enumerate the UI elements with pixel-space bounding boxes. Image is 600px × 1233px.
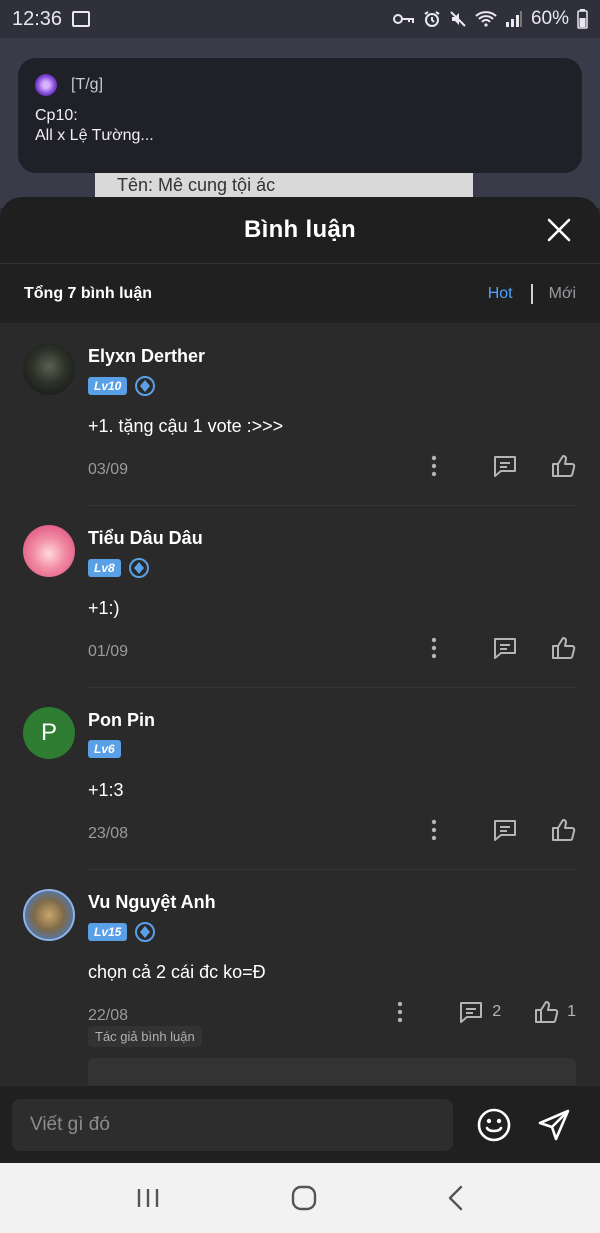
- verified-icon: [128, 558, 149, 578]
- close-icon[interactable]: [546, 217, 572, 243]
- recent-apps-icon[interactable]: [135, 1187, 161, 1209]
- comment-icon: [494, 820, 516, 841]
- comment-date: 01/09: [88, 643, 129, 660]
- comment-date: 22/08: [88, 1007, 129, 1024]
- mute-icon: [450, 11, 466, 27]
- comment-icon: [494, 456, 516, 477]
- tab-divider: [530, 283, 533, 304]
- reply-preview[interactable]: [88, 1058, 576, 1088]
- notification-app-icon: [35, 74, 57, 96]
- level-badge: Lv6: [88, 740, 121, 758]
- more-options-icon[interactable]: [424, 637, 444, 659]
- comment-author[interactable]: Pon Pin: [88, 710, 155, 731]
- gallery-icon: [72, 11, 91, 27]
- comment-item: Tiểu Dâu Dâu Lv8 +1:) 01/09: [23, 506, 576, 688]
- alarm-icon: [424, 11, 440, 27]
- avatar[interactable]: [23, 889, 75, 941]
- heads-up-notification[interactable]: [T/g] Cp10: All x Lệ Tường...: [18, 58, 582, 173]
- like-count: 1: [567, 1003, 576, 1020]
- system-nav-bar: [0, 1163, 600, 1233]
- comment-item: P Pon Pin Lv6 +1:3 23/08: [23, 688, 576, 870]
- verified-icon: [135, 922, 156, 942]
- sort-tabs: Hot Mới: [488, 283, 576, 304]
- comment-date: 03/09: [88, 461, 129, 478]
- reply-button[interactable]: [492, 454, 518, 478]
- avatar[interactable]: [23, 525, 75, 577]
- battery-level: 60%: [530, 8, 569, 29]
- wifi-icon: [475, 11, 497, 27]
- verified-icon: [135, 376, 156, 396]
- send-icon[interactable]: [537, 1108, 571, 1142]
- status-time: 12:36: [12, 7, 63, 30]
- thumbs-up-icon: [552, 819, 576, 841]
- comment-list[interactable]: Elyxn Derther Lv10 +1. tặng cậu 1 vote :…: [0, 324, 600, 1088]
- author-tag: Tác giả bình luận: [88, 1026, 202, 1047]
- back-icon[interactable]: [447, 1185, 465, 1211]
- comment-date: 23/08: [88, 825, 129, 842]
- comments-sheet: Bình luận Tổng 7 bình luận Hot Mới Elyxn…: [0, 197, 600, 1163]
- comment-text: chọn cả 2 cái đc ko=Đ: [88, 962, 266, 982]
- level-badge: Lv15: [88, 923, 128, 941]
- comment-item: Elyxn Derther Lv10 +1. tặng cậu 1 vote :…: [23, 324, 576, 506]
- thumbs-up-icon: [552, 637, 576, 659]
- comment-text: +1. tặng cậu 1 vote :>>>: [88, 416, 284, 436]
- more-options-icon[interactable]: [424, 819, 444, 841]
- home-icon[interactable]: [291, 1185, 317, 1211]
- comment-icon: [460, 1002, 483, 1023]
- battery-icon: [577, 9, 588, 29]
- tab-new[interactable]: Mới: [549, 285, 576, 303]
- more-options-icon[interactable]: [390, 1001, 410, 1023]
- notification-app-label: [T/g]: [71, 76, 104, 93]
- sheet-title: Bình luận: [243, 216, 357, 243]
- avatar-letter: P: [40, 719, 57, 746]
- comment-author[interactable]: Elyxn Derther: [88, 346, 205, 367]
- comment-text: +1:3: [88, 780, 124, 800]
- thumbs-up-icon: [535, 1001, 559, 1023]
- reply-button[interactable]: [492, 818, 518, 842]
- reply-count: 2: [492, 1003, 502, 1020]
- avatar[interactable]: [23, 343, 75, 395]
- comment-icon: [494, 638, 516, 659]
- thumbs-up-icon: [552, 455, 576, 477]
- like-button[interactable]: [550, 454, 576, 478]
- tab-hot[interactable]: Hot: [488, 285, 513, 303]
- key-icon: [392, 14, 414, 24]
- avatar[interactable]: P: [23, 707, 75, 759]
- comment-author[interactable]: Tiểu Dâu Dâu: [88, 528, 203, 549]
- status-icons: 60%: [392, 8, 588, 30]
- status-bar: 12:36 60%: [0, 0, 600, 38]
- comment-item: Vu Nguyệt Anh Lv15 chọn cả 2 cái đc ko=Đ…: [23, 870, 576, 1088]
- signal-icon: [505, 11, 522, 27]
- notification-line-2: All x Lệ Tường...: [35, 127, 154, 144]
- sort-row: Tổng 7 bình luận Hot Mới: [0, 264, 600, 324]
- sheet-header: Bình luận: [0, 197, 600, 264]
- like-button[interactable]: 1: [533, 1000, 576, 1024]
- comment-total: Tổng 7 bình luận: [24, 284, 152, 302]
- like-button[interactable]: [550, 636, 576, 660]
- level-badge: Lv10: [88, 377, 128, 395]
- like-button[interactable]: [550, 818, 576, 842]
- emoji-icon[interactable]: [477, 1108, 511, 1142]
- comment-input[interactable]: [12, 1098, 453, 1151]
- reply-button[interactable]: 2: [458, 1000, 501, 1024]
- comment-author[interactable]: Vu Nguyệt Anh: [88, 892, 216, 913]
- level-badge: Lv8: [88, 559, 121, 577]
- comment-composer: [0, 1085, 600, 1163]
- notification-line-1: Cp10:: [35, 107, 78, 124]
- more-options-icon[interactable]: [424, 455, 444, 477]
- comment-text: +1:): [88, 598, 120, 618]
- reply-button[interactable]: [492, 636, 518, 660]
